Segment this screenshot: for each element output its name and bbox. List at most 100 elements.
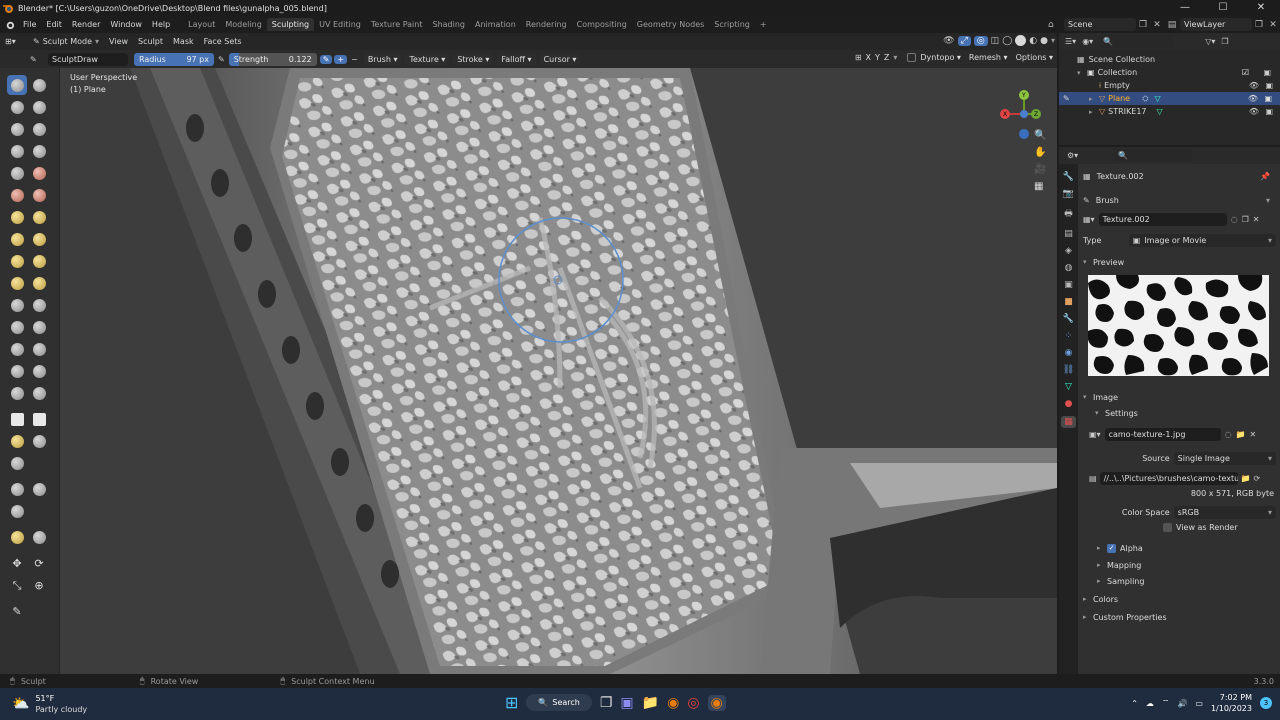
alpha-checkbox[interactable]: ✓: [1107, 543, 1116, 553]
symmetry-x-toggle[interactable]: X: [866, 53, 871, 62]
maximize-button[interactable]: ☐: [1204, 0, 1242, 16]
collection-tab-icon[interactable]: ▣: [1064, 280, 1073, 290]
menu-render[interactable]: Render: [67, 20, 105, 29]
zoom-icon[interactable]: 🔍: [1034, 130, 1046, 141]
tool-draw[interactable]: [7, 75, 27, 95]
pressure-radius-icon[interactable]: ✎: [214, 55, 229, 64]
tool-flatten[interactable]: [7, 185, 27, 205]
particles-tab-icon[interactable]: ⁘: [1065, 331, 1073, 341]
close-button[interactable]: ✕: [1242, 0, 1280, 16]
perspective-grid-icon[interactable]: ▦: [1034, 181, 1046, 192]
tool-simplify[interactable]: [29, 339, 49, 359]
render-visibility-icon[interactable]: ▣: [1265, 81, 1273, 90]
alpha-panel-header[interactable]: ▸ ✓ Alpha: [1097, 541, 1276, 555]
clock[interactable]: 7:02 PM 1/10/2023: [1211, 692, 1252, 714]
new-view-layer-icon[interactable]: ❐: [1252, 20, 1266, 30]
tool-mesh-filter[interactable]: [7, 479, 27, 499]
gizmo-neg-axis[interactable]: [1019, 129, 1029, 139]
menu-file[interactable]: File: [18, 20, 41, 29]
properties-editor-icon[interactable]: ⚙▾: [1067, 151, 1078, 160]
teams-chat-icon[interactable]: ▣: [620, 695, 633, 711]
render-tab-icon[interactable]: 📷: [1063, 189, 1074, 199]
output-tab-icon[interactable]: 🖶: [1064, 206, 1073, 222]
tool-scrape[interactable]: [7, 207, 27, 227]
pan-hand-icon[interactable]: ✋: [1034, 147, 1046, 158]
network-icon[interactable]: ⌔: [1162, 698, 1170, 708]
menu-mask[interactable]: Mask: [168, 37, 199, 46]
view-layer-tab-icon[interactable]: ▤: [1064, 229, 1073, 239]
weather-widget[interactable]: ⛅ 51°F Partly cloudy: [12, 693, 87, 715]
tool-cloth-filter[interactable]: [29, 479, 49, 499]
colorspace-select[interactable]: sRGB ▾: [1173, 505, 1276, 519]
3d-viewport[interactable]: User Perspective (1) Plane Y Z X 🔍 ✋ 🎥 ▦: [0, 68, 1057, 674]
tool-fill[interactable]: [29, 185, 49, 205]
shading-material-icon[interactable]: ◐: [1029, 36, 1037, 46]
world-tab-icon[interactable]: ◍: [1065, 263, 1073, 273]
scene-selector[interactable]: Scene: [1064, 18, 1136, 31]
tool-color-filter[interactable]: [7, 501, 27, 521]
camera-visibility-icon[interactable]: ▣: [1263, 68, 1271, 77]
eye-icon[interactable]: 👁: [1248, 94, 1258, 103]
checkbox-icon[interactable]: ☑: [1242, 68, 1249, 77]
shading-solid-icon[interactable]: [1015, 35, 1027, 46]
tool-mask[interactable]: [7, 361, 27, 381]
filepath-field[interactable]: //..\..\Pictures\brushes\camo-texture-1.…: [1099, 471, 1238, 485]
tool-thumb[interactable]: [7, 273, 27, 293]
brush-dropdown[interactable]: Brush ▾: [363, 53, 402, 65]
tool-edit-face-set[interactable]: [7, 527, 27, 547]
delete-view-layer-icon[interactable]: ✕: [1266, 20, 1280, 30]
tool-box-hide[interactable]: [29, 409, 49, 429]
preview-panel-header[interactable]: ▾ Preview: [1083, 255, 1276, 269]
filter-icon[interactable]: ▽▾: [1205, 37, 1215, 46]
delete-scene-icon[interactable]: ✕: [1150, 20, 1164, 30]
scene-icon[interactable]: ⌂: [1048, 20, 1064, 30]
workspace-tab-uv-editing[interactable]: UV Editing: [314, 18, 366, 31]
tool-box-face-set[interactable]: [7, 431, 27, 451]
tool-snake-hook[interactable]: [29, 251, 49, 271]
camera-icon[interactable]: 🎥: [1034, 164, 1046, 175]
taskbar-search[interactable]: 🔍 Search: [526, 694, 592, 711]
pressure-strength-icon[interactable]: ✎: [319, 54, 333, 64]
render-visibility-icon[interactable]: ▣: [1265, 107, 1273, 116]
tool-smear[interactable]: [29, 383, 49, 403]
duplicate-icon[interactable]: ❐: [1242, 215, 1249, 224]
data-tab-icon[interactable]: ▽: [1065, 382, 1072, 392]
workspace-tab-layout[interactable]: Layout: [183, 18, 220, 31]
menu-window[interactable]: Window: [105, 20, 147, 29]
strength-slider[interactable]: Strength 0.122: [228, 52, 317, 66]
texture-name-field[interactable]: Texture.002: [1098, 212, 1227, 226]
tool-crease[interactable]: [7, 163, 27, 183]
symmetry-y-toggle[interactable]: Y: [875, 53, 880, 62]
pin-icon[interactable]: 📌: [1260, 172, 1270, 181]
texture-tab-icon[interactable]: ▦: [1061, 416, 1076, 428]
menu-help[interactable]: Help: [147, 20, 175, 29]
tool-multiplane-scrape[interactable]: [29, 207, 49, 227]
file-explorer-icon[interactable]: 📁: [642, 695, 659, 711]
remesh-dropdown[interactable]: Remesh ▾: [969, 53, 1008, 62]
symmetry-options-icon[interactable]: ▾: [893, 53, 897, 62]
mapping-panel-header[interactable]: ▸ Mapping: [1097, 558, 1276, 572]
tool-pinch[interactable]: [7, 229, 27, 249]
workspace-tab-texture-paint[interactable]: Texture Paint: [366, 18, 428, 31]
menu-face-sets[interactable]: Face Sets: [199, 37, 247, 46]
tool-clay[interactable]: [7, 97, 27, 117]
tool-box-trim[interactable]: [29, 431, 49, 451]
outliner-item-empty[interactable]: ⟊ Empty 👁 ▣: [1089, 79, 1277, 92]
gizmo-toggle-icon[interactable]: ⤢: [957, 35, 971, 46]
visibility-icon[interactable]: 👁: [943, 36, 954, 46]
notification-badge[interactable]: 3: [1260, 697, 1272, 709]
volume-icon[interactable]: 🔊: [1177, 699, 1187, 708]
outliner-item-plane[interactable]: ✎ ▸ ▽ Plane ⛭ ▽ 👁 ▣: [1059, 92, 1280, 105]
workspace-tab-modeling[interactable]: Modeling: [220, 18, 266, 31]
tool-cloth[interactable]: [7, 339, 27, 359]
tool-box-mask[interactable]: [7, 409, 27, 429]
outliner-item-collection[interactable]: ▾ ▣ Collection ☑ ▣: [1077, 66, 1277, 79]
workspace-tab-scripting[interactable]: Scripting: [709, 18, 755, 31]
workspace-tab-rendering[interactable]: Rendering: [521, 18, 572, 31]
shading-options-icon[interactable]: ▾: [1051, 36, 1055, 45]
view-layer-icon[interactable]: ▤: [1164, 20, 1180, 30]
direction-subtract-button[interactable]: −: [347, 55, 362, 64]
outliner-item-strike17[interactable]: ▸ ▽ STRIKE17 ▽ 👁 ▣: [1089, 105, 1277, 118]
unlink-icon[interactable]: ✕: [1250, 430, 1257, 439]
menu-sculpt[interactable]: Sculpt: [133, 37, 168, 46]
